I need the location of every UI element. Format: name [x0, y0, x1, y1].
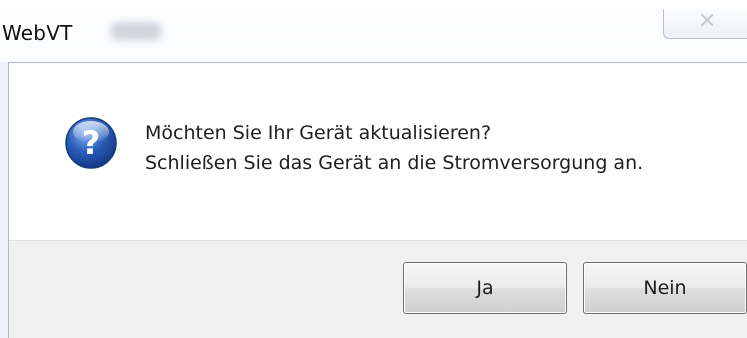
redacted-title-text [110, 22, 162, 40]
dialog-footer: Ja Nein [9, 240, 747, 338]
dialog-content: ? Möchten Sie Ihr Gerät aktualisieren? S… [9, 62, 747, 240]
question-icon: ? [65, 117, 117, 169]
message-line-2: Schließen Sie das Gerät an die Stromvers… [145, 152, 644, 174]
dialog-message: Möchten Sie Ihr Gerät aktualisieren? Sch… [145, 118, 643, 178]
close-button[interactable]: ✕ [663, 9, 747, 39]
title-bar[interactable]: WebVT ✕ [0, 0, 747, 62]
window-title: WebVT [2, 21, 73, 45]
yes-button[interactable]: Ja [403, 262, 567, 314]
close-icon: ✕ [698, 9, 717, 34]
message-line-1: Möchten Sie Ihr Gerät aktualisieren? [145, 122, 492, 144]
dialog-window: WebVT ✕ ? Möchten Sie Ihr Gerät aktualis… [0, 0, 747, 338]
svg-text:?: ? [82, 124, 101, 162]
no-button[interactable]: Nein [583, 262, 747, 314]
window-frame-left [0, 62, 9, 338]
